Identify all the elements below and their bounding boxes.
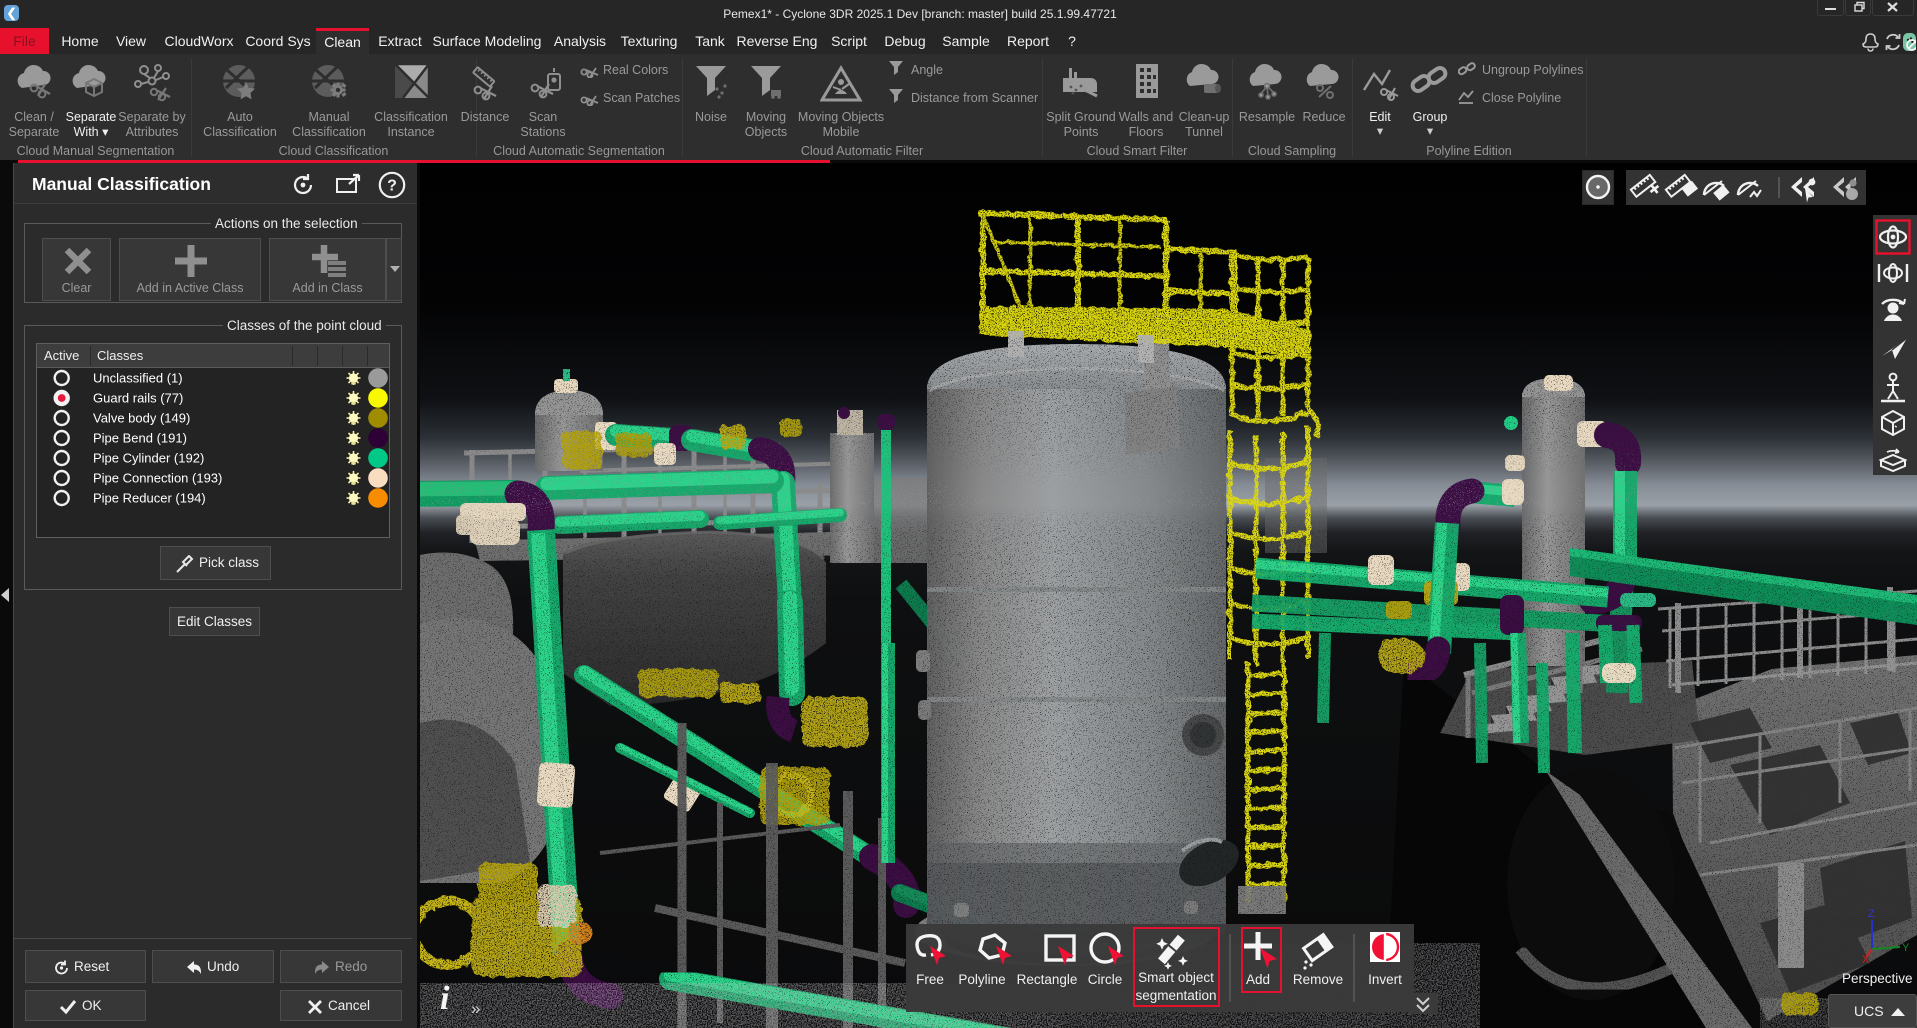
- svg-text:Smart object: Smart object: [1138, 970, 1214, 985]
- svg-text:Remove: Remove: [1293, 972, 1343, 987]
- svg-text:Invert: Invert: [1368, 972, 1402, 987]
- svg-text:Pipe Bend (191): Pipe Bend (191): [93, 431, 187, 446]
- svg-text:Z: Z: [1868, 908, 1875, 920]
- svg-text:Rectangle: Rectangle: [1017, 972, 1078, 987]
- svg-text:Polyline: Polyline: [958, 972, 1005, 987]
- svg-text:Add: Add: [1246, 972, 1270, 987]
- svg-text:Pipe Cylinder (192): Pipe Cylinder (192): [93, 451, 204, 466]
- svg-text:Unclassified (1): Unclassified (1): [93, 371, 183, 386]
- svg-text:Circle: Circle: [1088, 972, 1123, 987]
- svg-text:Guard rails (77): Guard rails (77): [93, 391, 183, 406]
- svg-text:Y: Y: [1902, 942, 1910, 954]
- svg-text:Valve body (149): Valve body (149): [93, 411, 190, 426]
- svg-text:Pipe Connection (193): Pipe Connection (193): [93, 471, 222, 486]
- svg-text:segmentation: segmentation: [1135, 988, 1216, 1003]
- svg-text:Pipe Reducer (194): Pipe Reducer (194): [93, 491, 206, 506]
- svg-text:Free: Free: [916, 972, 944, 987]
- svg-text:X: X: [1862, 954, 1870, 965]
- svg-text:?: ?: [387, 178, 397, 195]
